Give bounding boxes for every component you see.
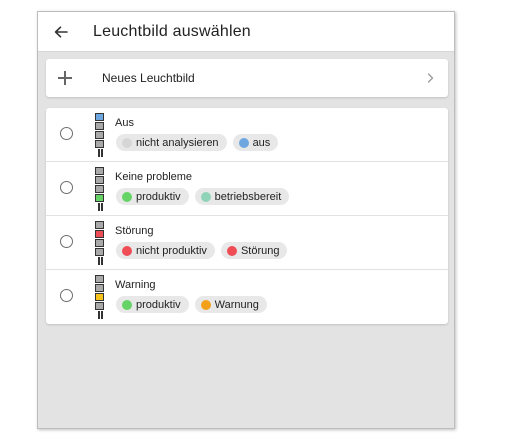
lamp-pole bbox=[101, 149, 103, 157]
status-dot bbox=[122, 245, 132, 256]
lamp-segment bbox=[95, 221, 104, 229]
lamp-segment bbox=[95, 239, 104, 247]
chevron-right-icon bbox=[424, 72, 436, 84]
lamp-segment bbox=[95, 284, 104, 292]
status-chip: produktiv bbox=[116, 296, 189, 313]
lamp-segment bbox=[95, 248, 104, 256]
status-chip: Störung bbox=[220, 242, 288, 259]
status-chip: Warnung bbox=[194, 296, 267, 313]
plus-icon bbox=[58, 71, 72, 85]
chip-label: betriebsbereit bbox=[214, 190, 282, 203]
page-title: Leuchtbild auswählen bbox=[93, 22, 251, 40]
list-item[interactable]: Störung nicht produktiv Störung bbox=[46, 216, 448, 270]
chip-label: nicht produktiv bbox=[136, 244, 207, 257]
signal-tower-icon bbox=[95, 113, 107, 157]
lamp-segment bbox=[95, 185, 104, 193]
radio-button[interactable] bbox=[60, 235, 73, 248]
item-title: Störung bbox=[115, 225, 154, 237]
dialog-panel: Leuchtbild auswählen Neues Leuchtbild Au… bbox=[37, 11, 455, 429]
lamp-segment bbox=[95, 302, 104, 310]
lamp-segment bbox=[95, 140, 104, 148]
lamp-pole bbox=[98, 149, 100, 157]
status-chip: aus bbox=[232, 134, 279, 151]
list-item[interactable]: Aus nicht analysieren aus bbox=[46, 108, 448, 162]
lamp-pole bbox=[98, 257, 100, 265]
new-leuchtbild-button[interactable]: Neues Leuchtbild bbox=[46, 59, 448, 97]
new-leuchtbild-label: Neues Leuchtbild bbox=[102, 71, 195, 85]
item-title: Keine probleme bbox=[115, 171, 193, 183]
chip-label: Warnung bbox=[214, 298, 259, 311]
lamp-segment bbox=[95, 167, 104, 175]
lamp-segment bbox=[95, 176, 104, 184]
chip-label: Störung bbox=[240, 244, 280, 257]
lamp-pole bbox=[101, 203, 103, 211]
lamp-segment bbox=[95, 131, 104, 139]
lamp-segment bbox=[95, 230, 104, 238]
radio-button[interactable] bbox=[60, 289, 73, 302]
lamp-pole bbox=[98, 311, 100, 319]
chip-group: nicht analysieren aus bbox=[116, 134, 279, 151]
arrow-left-icon[interactable] bbox=[51, 22, 71, 42]
status-dot bbox=[122, 299, 132, 310]
status-dot bbox=[122, 191, 132, 202]
radio-button[interactable] bbox=[60, 127, 73, 140]
status-chip: produktiv bbox=[116, 188, 189, 205]
status-dot bbox=[238, 137, 249, 148]
chip-group: nicht produktiv Störung bbox=[116, 242, 288, 259]
lamp-segment bbox=[95, 293, 104, 301]
signal-tower-icon bbox=[95, 221, 107, 265]
chip-label: nicht analysieren bbox=[136, 136, 219, 149]
status-chip: nicht produktiv bbox=[116, 242, 215, 259]
signal-tower-icon bbox=[95, 167, 107, 211]
lamp-segment bbox=[95, 113, 104, 121]
lamp-segment bbox=[95, 194, 104, 202]
chip-label: aus bbox=[252, 136, 271, 149]
chip-group: produktiv betriebsbereit bbox=[116, 188, 290, 205]
list-item[interactable]: Warning produktiv Warnung bbox=[46, 270, 448, 324]
lamp-segment bbox=[95, 122, 104, 130]
radio-button[interactable] bbox=[60, 181, 73, 194]
lamp-segment bbox=[95, 275, 104, 283]
status-dot bbox=[200, 191, 211, 202]
status-dot bbox=[122, 137, 132, 148]
chip-label: produktiv bbox=[136, 298, 181, 311]
leuchtbild-list: Aus nicht analysieren aus Keine probleme… bbox=[46, 108, 448, 324]
lamp-pole bbox=[98, 203, 100, 211]
lamp-pole bbox=[101, 311, 103, 319]
chip-label: produktiv bbox=[136, 190, 181, 203]
list-item[interactable]: Keine probleme produktiv betriebsbereit bbox=[46, 162, 448, 216]
item-title: Warning bbox=[115, 279, 156, 291]
status-chip: nicht analysieren bbox=[116, 134, 227, 151]
header: Leuchtbild auswählen bbox=[38, 12, 454, 52]
lamp-pole bbox=[101, 257, 103, 265]
chip-group: produktiv Warnung bbox=[116, 296, 267, 313]
status-dot bbox=[226, 245, 237, 256]
status-chip: betriebsbereit bbox=[194, 188, 290, 205]
status-dot bbox=[200, 299, 211, 310]
item-title: Aus bbox=[115, 117, 134, 129]
signal-tower-icon bbox=[95, 275, 107, 319]
